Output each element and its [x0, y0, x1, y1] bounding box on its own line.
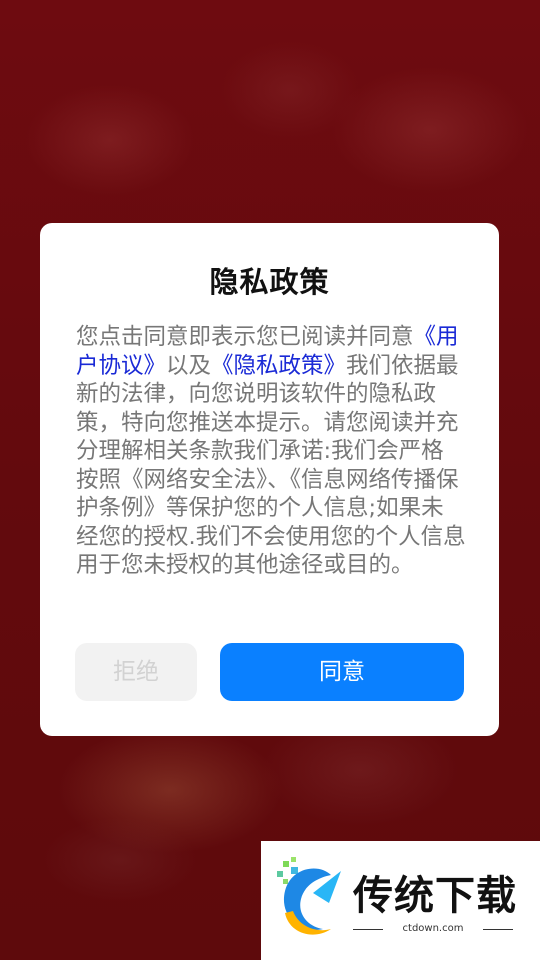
watermark-url: ctdown.com — [402, 923, 464, 934]
ctdown-logo-icon — [277, 857, 341, 935]
dialog-body-text: 您点击同意即表示您已阅读并同意《用户协议》以及《隐私政策》我们依据最新的法律，向… — [76, 323, 466, 580]
body-intro: 您点击同意即表示您已阅读并同意 — [76, 324, 414, 350]
watermark-brand: 传统下载 — [353, 873, 517, 919]
agree-button[interactable]: 同意 — [220, 643, 464, 701]
privacy-policy-link[interactable]: 《隐私政策》 — [211, 353, 346, 379]
watermark-badge: 传统下载 ctdown.com — [261, 841, 540, 960]
divider — [353, 929, 383, 930]
body-and: 以及 — [166, 352, 212, 379]
watermark-url-row: ctdown.com — [353, 921, 513, 937]
divider — [483, 929, 513, 930]
body-rest: 我们依据最新的法律，向您说明该软件的隐私政策，特向您推送本提示。请您阅读并充分理… — [76, 352, 466, 579]
reject-button[interactable]: 拒绝 — [75, 643, 197, 701]
dialog-title: 隐私政策 — [209, 265, 330, 299]
privacy-policy-dialog: 隐私政策 您点击同意即表示您已阅读并同意《用户协议》以及《隐私政策》我们依据最新… — [40, 223, 499, 736]
